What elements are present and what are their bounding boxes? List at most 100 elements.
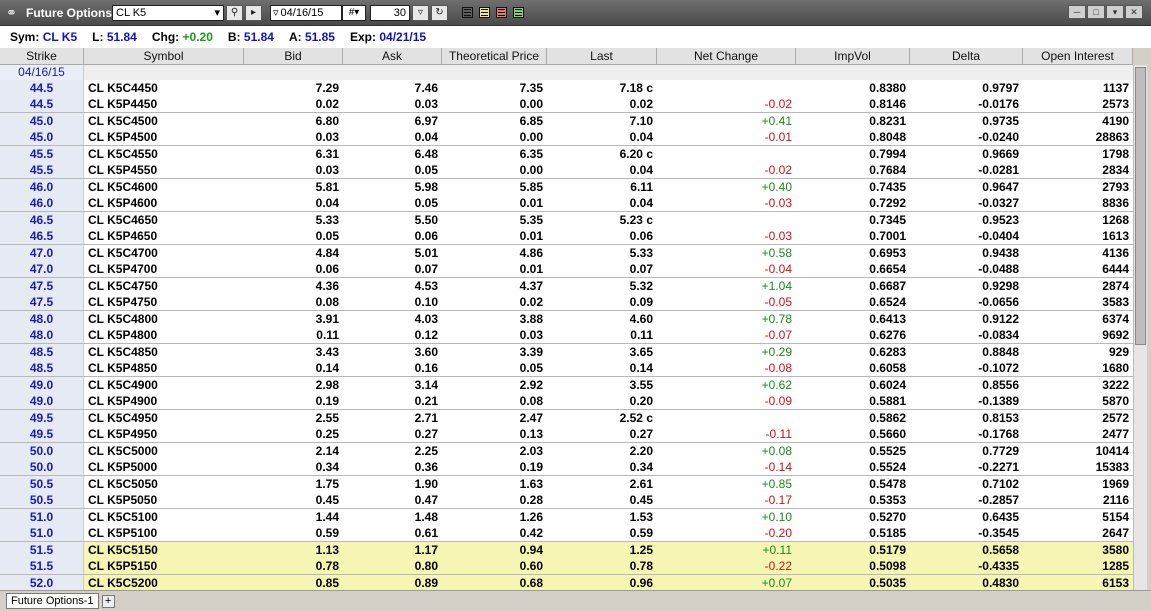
bid-cell: 0.25 xyxy=(315,427,339,441)
last-cell: 0.45 xyxy=(629,493,653,507)
impvol-cell: 0.5862 xyxy=(869,411,906,425)
column-header-impvol[interactable]: ImpVol xyxy=(796,48,910,64)
theoretical-price-cell: 3.88 xyxy=(519,312,543,326)
call-row[interactable]: 46.0 CL K5C4600 5.81 5.98 5.85 6.11 +0.40 0.743… xyxy=(0,179,1133,195)
refresh-icon[interactable]: ↻ xyxy=(431,4,448,21)
column-header-delta[interactable]: Delta xyxy=(910,48,1023,64)
call-row[interactable]: 51.5 CL K5C5150 1.13 1.17 0.94 1.25 +0.11 0.517… xyxy=(0,542,1133,558)
ask-value: 51.85 xyxy=(304,30,335,44)
column-header-bid[interactable]: Bid xyxy=(244,48,343,64)
put-row[interactable]: 46.5 CL K5P4650 0.05 0.06 0.01 0.06 -0.03 0.700… xyxy=(0,228,1133,244)
call-row[interactable]: 45.5 CL K5C4550 6.31 6.48 6.35 6.20 c 0.7994 0.… xyxy=(0,146,1133,162)
put-row[interactable]: 49.5 CL K5P4950 0.25 0.27 0.13 0.27 -0.11 0.566… xyxy=(0,426,1133,442)
call-row[interactable]: 47.0 CL K5C4700 4.84 5.01 4.86 5.33 +0.58 0.695… xyxy=(0,245,1133,261)
put-row[interactable]: 47.5 CL K5P4750 0.08 0.10 0.02 0.09 -0.05 0.652… xyxy=(0,294,1133,310)
impvol-cell: 0.5270 xyxy=(869,510,906,524)
column-header-strike[interactable]: Strike xyxy=(0,48,84,64)
vertical-scrollbar[interactable] xyxy=(1133,65,1147,590)
window-title: Future Options xyxy=(26,5,112,20)
restore-icon[interactable]: □ xyxy=(1087,5,1105,19)
theoretical-price-cell: 0.00 xyxy=(519,97,543,111)
call-row[interactable]: 48.5 CL K5C4850 3.43 3.60 3.39 3.65 +0.29 0.628… xyxy=(0,344,1133,360)
delta-cell: -0.1389 xyxy=(978,394,1019,408)
delta-cell: 0.9669 xyxy=(982,147,1019,161)
tab-future-options-1[interactable]: Future Options-1 xyxy=(6,593,99,609)
play-icon[interactable]: ▸ xyxy=(245,4,262,21)
scrollbar-thumb[interactable] xyxy=(1135,67,1146,345)
put-row[interactable]: 51.0 CL K5P5100 0.59 0.61 0.42 0.59 -0.20 0.518… xyxy=(0,525,1133,541)
call-row[interactable]: 45.0 CL K5C4500 6.80 6.97 6.85 7.10 +0.41 0.823… xyxy=(0,113,1133,129)
call-row[interactable]: 51.0 CL K5C5100 1.44 1.48 1.26 1.53 +0.10 0.527… xyxy=(0,509,1133,525)
column-header-ask[interactable]: Ask xyxy=(343,48,442,64)
open-interest-cell: 3222 xyxy=(1102,378,1129,392)
impvol-cell: 0.8048 xyxy=(869,130,906,144)
put-row[interactable]: 48.0 CL K5P4800 0.11 0.12 0.03 0.11 -0.07 0.627… xyxy=(0,327,1133,343)
put-row[interactable]: 46.0 CL K5P4600 0.04 0.05 0.01 0.04 -0.03 0.729… xyxy=(0,195,1133,211)
call-row[interactable]: 50.0 CL K5C5000 2.14 2.25 2.03 2.20 +0.08 0.552… xyxy=(0,443,1133,459)
delta-cell: -0.0327 xyxy=(978,196,1019,210)
column-header-last[interactable]: Last xyxy=(547,48,657,64)
symbol-cell: CL K5P4650 xyxy=(88,229,158,243)
layout-icon[interactable] xyxy=(513,7,524,18)
column-header-theoretical-price[interactable]: Theoretical Price xyxy=(442,48,547,64)
symbol-cell: CL K5C4500 xyxy=(88,114,158,128)
net-change-cell: -0.07 xyxy=(764,328,792,342)
put-row[interactable]: 47.0 CL K5P4700 0.06 0.07 0.01 0.07 -0.04 0.665… xyxy=(0,261,1133,277)
filter-icon[interactable]: ▿ xyxy=(412,4,429,21)
minimize-icon[interactable]: ─ xyxy=(1068,5,1086,19)
open-interest-cell: 28863 xyxy=(1095,130,1129,144)
strike-cell: 49.5 xyxy=(0,410,84,426)
layout-icon[interactable] xyxy=(479,7,490,18)
layout-icon[interactable] xyxy=(496,7,507,18)
link-icon[interactable]: ⚭ xyxy=(6,5,26,21)
close-icon[interactable]: ✕ xyxy=(1125,5,1143,19)
put-row[interactable]: 45.5 CL K5P4550 0.03 0.05 0.00 0.04 -0.02 0.768… xyxy=(0,162,1133,178)
call-row[interactable]: 49.5 CL K5C4950 2.55 2.71 2.47 2.52 c 0.5862 0.… xyxy=(0,410,1133,426)
theoretical-price-cell: 0.28 xyxy=(519,493,543,507)
hash-select[interactable]: # ▾ xyxy=(342,4,366,21)
net-change-cell: -0.04 xyxy=(764,262,792,276)
delta-cell: 0.4830 xyxy=(910,575,1023,590)
open-interest-cell: 4136 xyxy=(1102,246,1129,260)
add-tab-button[interactable]: + xyxy=(101,594,115,608)
date-filter[interactable]: ▿ 04/16/15 xyxy=(270,4,342,21)
expiry-label: 04/16/15 xyxy=(0,65,84,80)
last-cell: 2.52 c xyxy=(619,411,653,425)
window-controls: ─ □ ▾ ✕ xyxy=(1068,5,1143,19)
call-row[interactable]: 48.0 CL K5C4800 3.91 4.03 3.88 4.60 +0.78 0.641… xyxy=(0,311,1133,327)
last-cell: 0.02 xyxy=(629,97,653,111)
put-row[interactable]: 50.0 CL K5P5000 0.34 0.36 0.19 0.34 -0.14 0.552… xyxy=(0,459,1133,475)
menu-icon[interactable]: ▾ xyxy=(1106,5,1124,19)
put-row[interactable]: 50.5 CL K5P5050 0.45 0.47 0.28 0.45 -0.17 0.535… xyxy=(0,492,1133,508)
column-header-net-change[interactable]: Net Change xyxy=(657,48,796,64)
count-input[interactable]: 30 xyxy=(370,4,410,21)
symbol-cell: CL K5C4700 xyxy=(88,246,158,260)
put-row[interactable]: 49.0 CL K5P4900 0.19 0.21 0.08 0.20 -0.09 0.588… xyxy=(0,393,1133,409)
call-row[interactable]: 52.0 CL K5C5200 0.85 0.89 0.68 0.96 +0.07 0.503… xyxy=(0,575,1133,590)
call-row[interactable]: 44.5 CL K5C4450 7.29 7.46 7.35 7.18 c 0.8380 0.… xyxy=(0,80,1133,96)
open-interest-cell: 3583 xyxy=(1102,295,1129,309)
call-row[interactable]: 49.0 CL K5C4900 2.98 3.14 2.92 3.55 +0.62 0.602… xyxy=(0,377,1133,393)
put-row[interactable]: 44.5 CL K5P4450 0.02 0.03 0.00 0.02 -0.02 0.814… xyxy=(0,96,1133,112)
search-icon[interactable]: ⚲ xyxy=(226,4,243,21)
column-header-open-interest[interactable]: Open Interest xyxy=(1023,48,1133,64)
put-row[interactable]: 51.5 CL K5P5150 0.78 0.80 0.60 0.78 -0.22 0.509… xyxy=(0,558,1133,574)
layout-icon[interactable] xyxy=(462,7,473,18)
call-row[interactable]: 47.5 CL K5C4750 4.36 4.53 4.37 5.32 +1.04 0.668… xyxy=(0,278,1133,294)
net-change-cell: -0.17 xyxy=(764,493,792,507)
put-row[interactable]: 48.5 CL K5P4850 0.14 0.16 0.05 0.14 -0.08 0.605… xyxy=(0,360,1133,376)
call-row[interactable]: 50.5 CL K5C5050 1.75 1.90 1.63 2.61 +0.85 0.547… xyxy=(0,476,1133,492)
symbol-cell: CL K5C5000 xyxy=(88,444,158,458)
net-change-cell: -0.11 xyxy=(765,427,792,441)
strike-cell: 49.0 xyxy=(0,377,84,393)
call-row[interactable]: 46.5 CL K5C4650 5.33 5.50 5.35 5.23 c 0.7345 0.… xyxy=(0,212,1133,228)
symbol-input[interactable]: CL K5 ▾ xyxy=(112,4,224,21)
net-change-cell xyxy=(657,410,796,426)
column-header-symbol[interactable]: Symbol xyxy=(84,48,244,64)
delta-cell: -0.0240 xyxy=(978,130,1019,144)
put-row[interactable]: 45.0 CL K5P4500 0.03 0.04 0.00 0.04 -0.01 0.804… xyxy=(0,129,1133,145)
open-interest-cell: 1798 xyxy=(1102,147,1129,161)
bid-cell: 0.85 xyxy=(244,575,343,590)
dropdown-arrow-icon[interactable]: ▾ xyxy=(214,6,220,19)
delta-cell: -0.3545 xyxy=(978,526,1019,540)
